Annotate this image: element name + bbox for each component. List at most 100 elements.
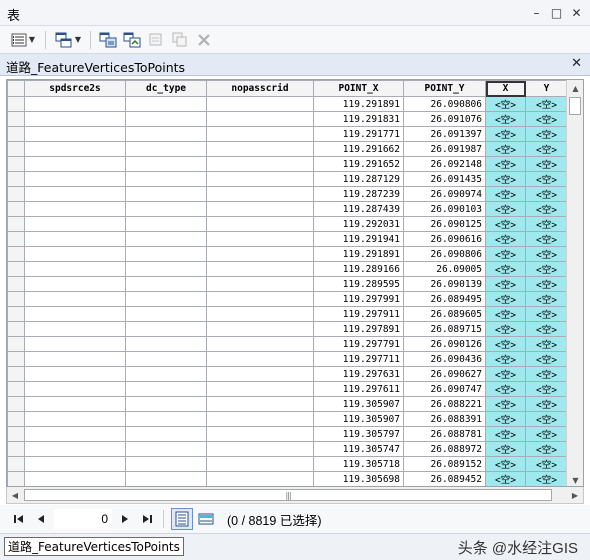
cell-spdsrce2s[interactable] — [24, 246, 126, 262]
cell-dc-type[interactable] — [125, 441, 207, 457]
cell-spdsrce2s[interactable] — [24, 291, 126, 307]
cell-nopasscrid[interactable] — [206, 441, 314, 457]
cell-x[interactable]: <空> — [485, 216, 526, 232]
cell-x[interactable]: <空> — [485, 306, 526, 322]
cell-x[interactable]: <空> — [485, 141, 526, 157]
cell-point-y[interactable]: 26.088221 — [403, 396, 486, 412]
table-row[interactable]: 119.297631 26.090627 <空> <空> — [7, 366, 568, 382]
cell-x[interactable]: <空> — [485, 456, 526, 472]
cell-dc-type[interactable] — [125, 336, 207, 352]
cell-x[interactable]: <空> — [485, 186, 526, 202]
cell-point-y[interactable]: 26.088781 — [403, 426, 486, 442]
cell-y[interactable]: <空> — [525, 366, 568, 382]
cell-y[interactable]: <空> — [525, 276, 568, 292]
cell-x[interactable]: <空> — [485, 336, 526, 352]
cell-point-x[interactable]: 119.287239 — [313, 186, 404, 202]
cell-point-y[interactable]: 26.090627 — [403, 366, 486, 382]
cell-spdsrce2s[interactable] — [24, 171, 126, 187]
table-row[interactable]: 119.289166 26.09005 <空> <空> — [7, 261, 568, 277]
cell-y[interactable]: <空> — [525, 231, 568, 247]
switch-selection-button[interactable] — [122, 30, 142, 50]
previous-record-button[interactable] — [30, 508, 52, 530]
row-selector[interactable] — [7, 471, 25, 486]
cell-point-y[interactable]: 26.088391 — [403, 411, 486, 427]
cell-nopasscrid[interactable] — [206, 141, 314, 157]
related-tables-button[interactable]: ▼ — [53, 30, 83, 50]
cell-point-x[interactable]: 119.305907 — [313, 396, 404, 412]
cell-point-x[interactable]: 119.297991 — [313, 291, 404, 307]
cell-spdsrce2s[interactable] — [24, 441, 126, 457]
cell-nopasscrid[interactable] — [206, 111, 314, 127]
cell-point-y[interactable]: 26.090806 — [403, 246, 486, 262]
cell-nopasscrid[interactable] — [206, 201, 314, 217]
cell-nopasscrid[interactable] — [206, 351, 314, 367]
scroll-left-icon[interactable]: ◀ — [7, 487, 23, 503]
cell-dc-type[interactable] — [125, 291, 207, 307]
cell-point-x[interactable]: 119.291652 — [313, 156, 404, 172]
table-row[interactable]: 119.291771 26.091397 <空> <空> — [7, 126, 568, 142]
cell-x[interactable]: <空> — [485, 321, 526, 337]
table-row[interactable]: 119.305907 26.088221 <空> <空> — [7, 396, 568, 412]
cell-y[interactable]: <空> — [525, 171, 568, 187]
cell-y[interactable]: <空> — [525, 246, 568, 262]
cell-dc-type[interactable] — [125, 321, 207, 337]
cell-point-x[interactable]: 119.289166 — [313, 261, 404, 277]
cell-dc-type[interactable] — [125, 351, 207, 367]
minimize-button[interactable]: – — [529, 4, 544, 21]
table-row[interactable]: 119.291831 26.091076 <空> <空> — [7, 111, 568, 127]
next-record-button[interactable] — [114, 508, 136, 530]
cell-point-x[interactable]: 119.291891 — [313, 96, 404, 112]
cell-dc-type[interactable] — [125, 156, 207, 172]
cell-point-y[interactable]: 26.090747 — [403, 381, 486, 397]
row-selector[interactable] — [7, 246, 25, 262]
cell-y[interactable]: <空> — [525, 381, 568, 397]
cell-point-x[interactable]: 119.297791 — [313, 336, 404, 352]
cell-point-y[interactable]: 26.090436 — [403, 351, 486, 367]
cell-point-x[interactable]: 119.287129 — [313, 171, 404, 187]
column-header-spdsrce2s[interactable]: spdsrce2s — [24, 80, 126, 97]
table-row[interactable]: 119.297911 26.089605 <空> <空> — [7, 306, 568, 322]
close-window-button[interactable]: ✕ — [569, 4, 584, 21]
cell-spdsrce2s[interactable] — [24, 111, 126, 127]
row-selector[interactable] — [7, 381, 25, 397]
cell-x[interactable]: <空> — [485, 231, 526, 247]
cell-spdsrce2s[interactable] — [24, 261, 126, 277]
cell-point-y[interactable]: 26.091076 — [403, 111, 486, 127]
cell-nopasscrid[interactable] — [206, 291, 314, 307]
cell-point-y[interactable]: 26.09005 — [403, 261, 486, 277]
maximize-button[interactable]: □ — [549, 4, 564, 21]
row-selector[interactable] — [7, 141, 25, 157]
cell-dc-type[interactable] — [125, 141, 207, 157]
scroll-down-icon[interactable]: ▼ — [567, 472, 583, 486]
table-row[interactable]: 119.305698 26.089452 <空> <空> — [7, 471, 568, 486]
cell-y[interactable]: <空> — [525, 336, 568, 352]
cell-y[interactable]: <空> — [525, 201, 568, 217]
table-row[interactable]: 119.287129 26.091435 <空> <空> — [7, 171, 568, 187]
cell-y[interactable]: <空> — [525, 306, 568, 322]
cell-spdsrce2s[interactable] — [24, 396, 126, 412]
cell-spdsrce2s[interactable] — [24, 411, 126, 427]
row-selector[interactable] — [7, 321, 25, 337]
cell-point-y[interactable]: 26.089715 — [403, 321, 486, 337]
cell-spdsrce2s[interactable] — [24, 336, 126, 352]
cell-y[interactable]: <空> — [525, 291, 568, 307]
row-selector[interactable] — [7, 171, 25, 187]
cell-nopasscrid[interactable] — [206, 381, 314, 397]
cell-point-y[interactable]: 26.091987 — [403, 141, 486, 157]
cell-y[interactable]: <空> — [525, 441, 568, 457]
cell-nopasscrid[interactable] — [206, 366, 314, 382]
cell-dc-type[interactable] — [125, 426, 207, 442]
delete-selected-button[interactable] — [170, 30, 190, 50]
table-row[interactable]: 119.291941 26.090616 <空> <空> — [7, 231, 568, 247]
cell-point-x[interactable]: 119.305718 — [313, 456, 404, 472]
cell-point-x[interactable]: 119.291941 — [313, 231, 404, 247]
close-layer-tab-button[interactable]: ✕ — [571, 56, 582, 71]
row-selector[interactable] — [7, 336, 25, 352]
cell-nopasscrid[interactable] — [206, 456, 314, 472]
cell-x[interactable]: <空> — [485, 96, 526, 112]
cell-point-x[interactable]: 119.305797 — [313, 426, 404, 442]
cell-y[interactable]: <空> — [525, 126, 568, 142]
cell-spdsrce2s[interactable] — [24, 201, 126, 217]
last-record-button[interactable] — [136, 508, 158, 530]
table-tab[interactable]: 道路_FeatureVerticesToPoints — [4, 537, 184, 556]
